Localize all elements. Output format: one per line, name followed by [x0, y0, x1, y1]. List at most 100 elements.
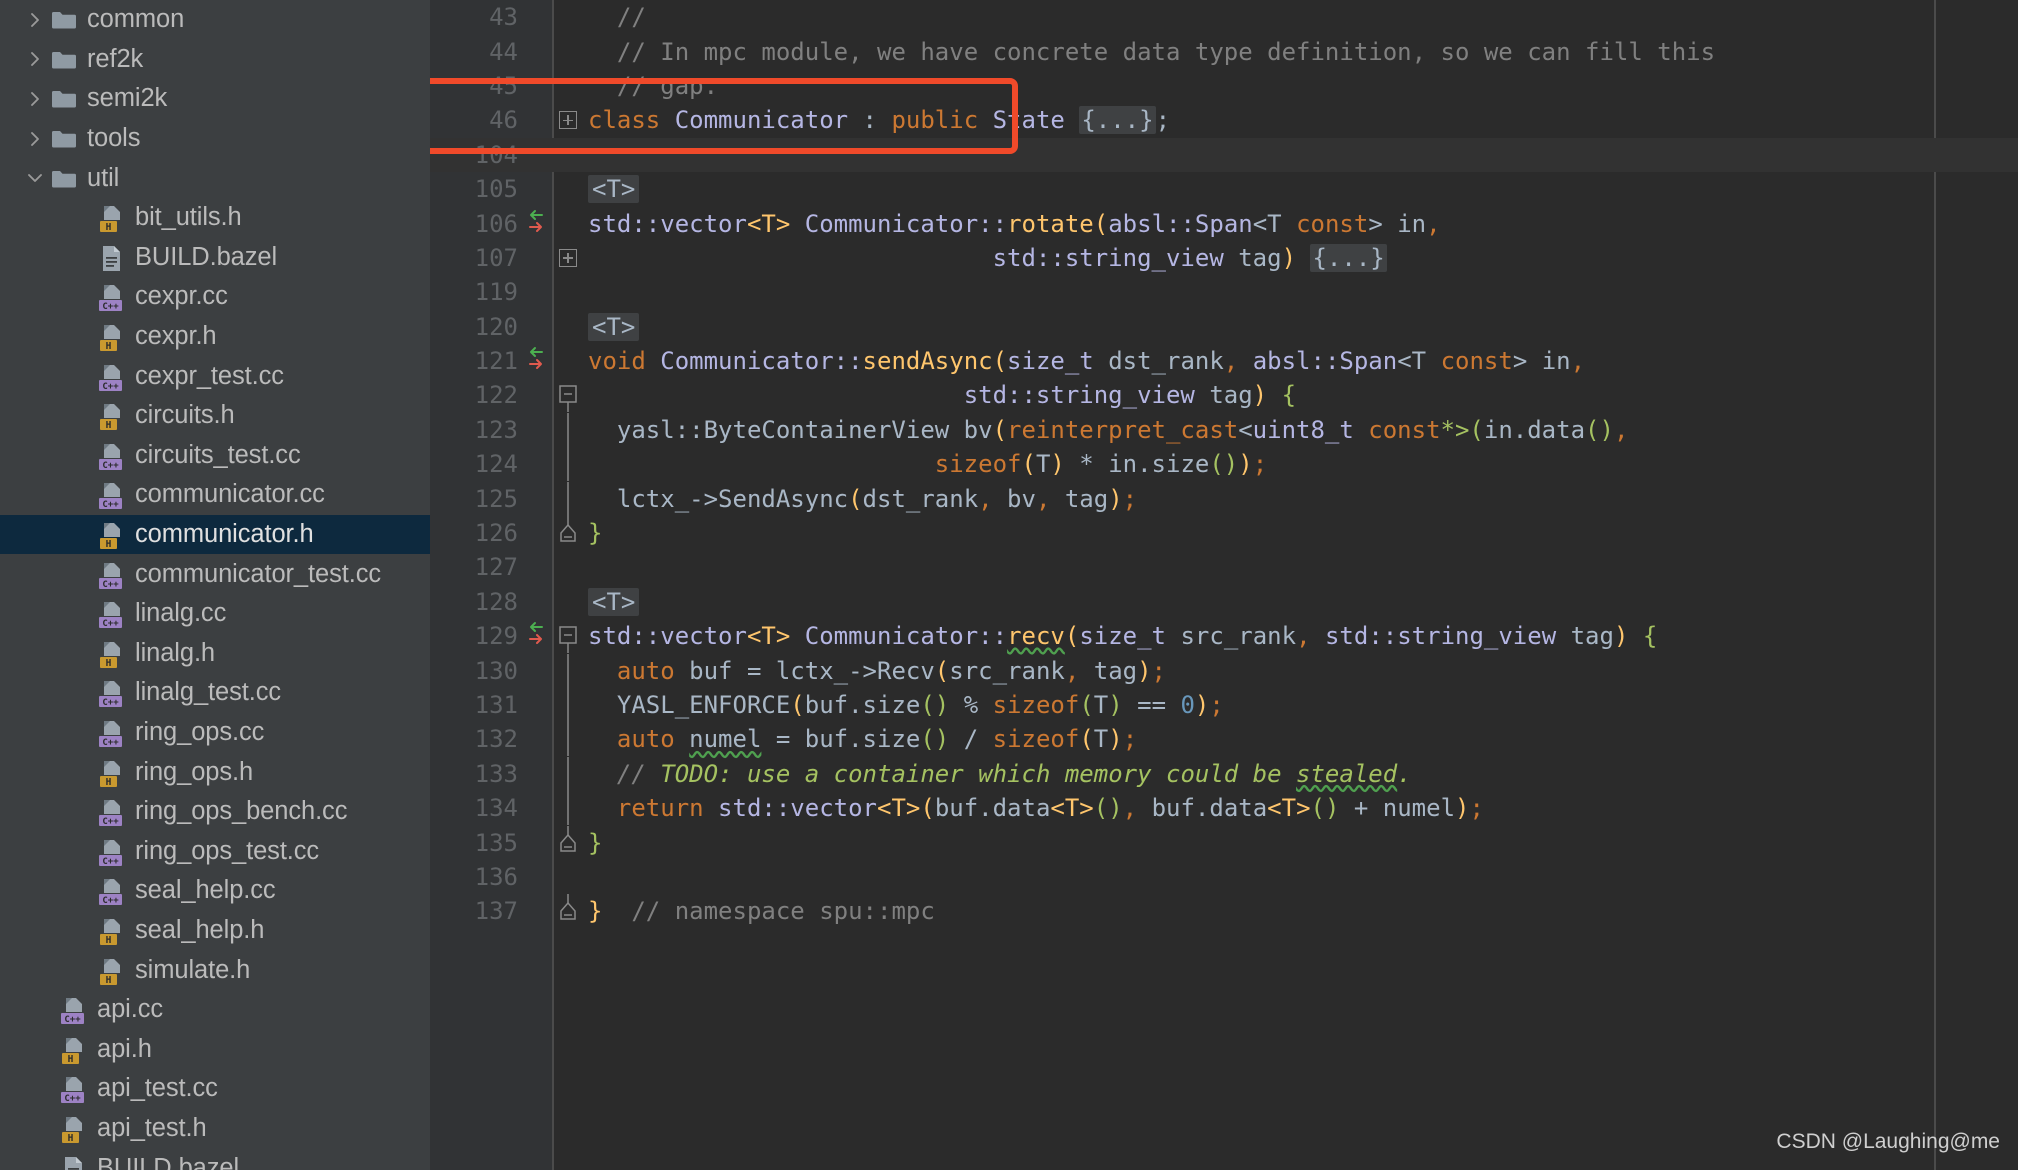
tree-file-row[interactable]: C++ circuits_test.cc: [0, 436, 430, 476]
code-line[interactable]: 46 class Communicator : public State {...…: [430, 103, 2018, 137]
fold-marker[interactable]: [552, 550, 584, 584]
tree-file-row[interactable]: C++ communicator.cc: [0, 475, 430, 515]
tree-file-row[interactable]: Hcexpr.h: [0, 317, 430, 357]
chevron-right-icon[interactable]: [22, 0, 48, 39]
gutter-marker[interactable]: [522, 103, 552, 137]
gutter-marker[interactable]: [522, 275, 552, 309]
gutter-marker[interactable]: [522, 378, 552, 412]
gutter-marker[interactable]: [522, 69, 552, 103]
gutter-marker[interactable]: [522, 35, 552, 69]
code-line[interactable]: 136: [430, 860, 2018, 894]
gutter-marker[interactable]: [522, 516, 552, 550]
tree-folder-row[interactable]: tools: [0, 119, 430, 159]
fold-marker[interactable]: [552, 756, 584, 791]
fold-marker[interactable]: [552, 378, 584, 413]
code-line[interactable]: 107 std::string_view tag) {...}: [430, 241, 2018, 275]
code-line[interactable]: 104: [430, 137, 2018, 172]
tree-file-row[interactable]: C++ linalg_test.cc: [0, 673, 430, 713]
fold-marker[interactable]: [552, 860, 584, 894]
fold-marker[interactable]: [552, 412, 584, 447]
code-lines[interactable]: 43 //44 // In mpc module, we have concre…: [430, 0, 2018, 929]
chevron-down-icon[interactable]: [22, 159, 48, 198]
tree-file-row[interactable]: C++ seal_help.cc: [0, 871, 430, 911]
gutter-marker[interactable]: [522, 310, 552, 344]
tree-file-row[interactable]: Hring_ops.h: [0, 752, 430, 792]
fold-expand-icon[interactable]: [559, 248, 577, 267]
tree-folder-row[interactable]: common: [0, 0, 430, 40]
fold-marker[interactable]: [552, 310, 584, 344]
tree-file-row[interactable]: C++ api_test.cc: [0, 1069, 430, 1109]
tree-folder-row[interactable]: semi2k: [0, 79, 430, 119]
gutter-marker[interactable]: [522, 482, 552, 516]
gutter-marker[interactable]: [522, 207, 552, 241]
gutter-marker[interactable]: [522, 791, 552, 825]
gutter-marker[interactable]: [522, 550, 552, 584]
code-line[interactable]: 131 YASL_ENFORCE(buf.size() % sizeof(T) …: [430, 688, 2018, 722]
chevron-right-icon[interactable]: [22, 40, 48, 79]
fold-marker[interactable]: [552, 481, 584, 516]
code-line[interactable]: 106 std::vector<T> Communicator::rotate(a…: [430, 206, 2018, 240]
tree-file-row[interactable]: C++ cexpr_test.cc: [0, 356, 430, 396]
tree-file-row[interactable]: C++ ring_ops.cc: [0, 713, 430, 753]
tree-file-row[interactable]: C++ ring_ops_test.cc: [0, 831, 430, 871]
code-line[interactable]: 128 <T>: [430, 585, 2018, 619]
fold-marker[interactable]: [552, 241, 584, 275]
tree-file-row[interactable]: BUILD.bazel: [0, 1148, 430, 1170]
fold-marker[interactable]: [552, 619, 584, 654]
code-line[interactable]: 121 void Communicator::sendAsync(size_t d…: [430, 344, 2018, 378]
fold-marker[interactable]: [552, 103, 584, 137]
code-line[interactable]: 119: [430, 275, 2018, 309]
gutter-marker[interactable]: [522, 688, 552, 722]
gutter-marker[interactable]: [522, 447, 552, 481]
fold-marker[interactable]: [552, 653, 584, 688]
code-line[interactable]: 105 <T>: [430, 172, 2018, 206]
tree-file-row[interactable]: C++ ring_ops_bench.cc: [0, 792, 430, 832]
fold-marker[interactable]: [552, 0, 584, 34]
gutter-marker[interactable]: [522, 860, 552, 894]
code-editor[interactable]: 43 //44 // In mpc module, we have concre…: [430, 0, 2018, 1170]
tree-file-row[interactable]: C++ cexpr.cc: [0, 277, 430, 317]
gutter-marker[interactable]: [522, 138, 552, 172]
gutter-marker[interactable]: [522, 757, 552, 791]
gutter-marker[interactable]: [522, 894, 552, 928]
gutter-marker[interactable]: [522, 722, 552, 756]
fold-marker[interactable]: [552, 69, 584, 103]
project-tree-panel[interactable]: common ref2k semi2k tools util Hbit_utils.h BU…: [0, 0, 430, 1170]
gutter-marker[interactable]: [522, 0, 552, 34]
code-line[interactable]: 123 yasl::ByteContainerView bv(reinterpr…: [430, 412, 2018, 447]
code-line[interactable]: 133 // TODO: use a container which memor…: [430, 756, 2018, 791]
fold-marker[interactable]: [552, 172, 584, 206]
code-line[interactable]: 129 std::vector<T> Communicator::recv(siz…: [430, 619, 2018, 654]
fold-marker[interactable]: [552, 275, 584, 309]
code-line[interactable]: 130 auto buf = lctx_->Recv(src_rank, tag…: [430, 653, 2018, 688]
tree-file-row[interactable]: Hcommunicator.h: [0, 514, 430, 555]
tree-file-row[interactable]: Hsimulate.h: [0, 950, 430, 990]
gutter-marker[interactable]: [522, 826, 552, 860]
tree-file-row[interactable]: Hcircuits.h: [0, 396, 430, 436]
gutter-marker[interactable]: [522, 172, 552, 206]
fold-marker[interactable]: [552, 688, 584, 722]
chevron-right-icon[interactable]: [22, 79, 48, 118]
fold-expand-icon[interactable]: [559, 111, 577, 130]
gutter-marker[interactable]: [522, 413, 552, 447]
code-line[interactable]: 122 std::string_view tag) {: [430, 378, 2018, 413]
gutter-marker[interactable]: [522, 619, 552, 653]
fold-marker[interactable]: [552, 722, 584, 757]
code-line[interactable]: 45 // gap.: [430, 69, 2018, 103]
tree-folder-row[interactable]: ref2k: [0, 40, 430, 80]
fold-marker[interactable]: [552, 207, 584, 241]
fold-marker[interactable]: [552, 35, 584, 69]
tree-file-row[interactable]: C++ linalg.cc: [0, 594, 430, 634]
tree-file-row[interactable]: C++ api.cc: [0, 990, 430, 1030]
gutter-marker[interactable]: [522, 344, 552, 378]
fold-marker[interactable]: [552, 825, 584, 860]
tree-file-row[interactable]: C++ communicator_test.cc: [0, 554, 430, 594]
code-line[interactable]: 137} // namespace spu::mpc: [430, 894, 2018, 928]
fold-marker[interactable]: [552, 516, 584, 550]
fold-marker[interactable]: [552, 894, 584, 928]
fold-marker[interactable]: [552, 138, 584, 172]
tree-file-row[interactable]: Hapi_test.h: [0, 1109, 430, 1149]
code-line[interactable]: 135}: [430, 825, 2018, 859]
code-line[interactable]: 126}: [430, 516, 2018, 550]
code-line[interactable]: 134 return std::vector<T>(buf.data<T>(),…: [430, 791, 2018, 826]
